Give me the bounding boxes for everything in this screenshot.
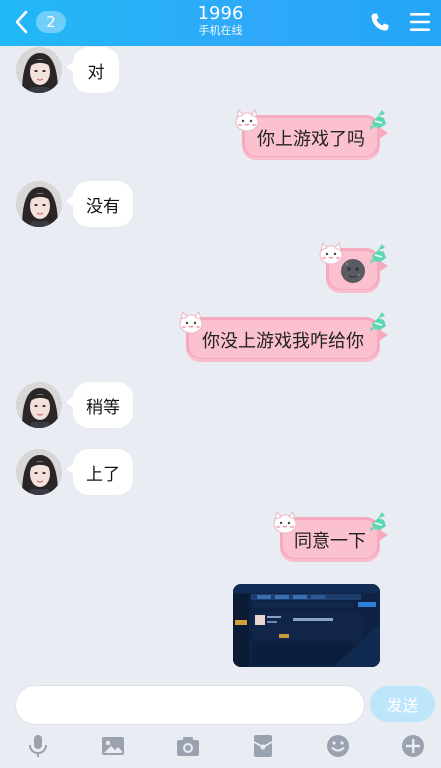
- message-bubble-incoming[interactable]: 上了: [66, 449, 133, 495]
- cat-sticker-icon: [273, 511, 297, 534]
- cat-sticker-icon: [235, 109, 259, 132]
- candy-sticker-icon: [369, 312, 387, 332]
- contact-avatar[interactable]: [16, 181, 62, 227]
- message-bubble-incoming[interactable]: 对: [66, 47, 119, 93]
- send-button[interactable]: 发送: [370, 686, 435, 722]
- chat-header: 2 1996 手机在线: [0, 0, 441, 46]
- camera-icon[interactable]: [175, 733, 201, 759]
- image-message-thumbnail[interactable]: [233, 584, 380, 667]
- message-text: 没有: [86, 196, 120, 217]
- message-text: 你没上游戏我咋给你: [202, 330, 364, 352]
- emoji-icon[interactable]: [325, 733, 351, 759]
- cat-sticker-icon: [319, 242, 343, 265]
- image-icon[interactable]: [100, 733, 126, 759]
- message-bubble-outgoing[interactable]: 你没上游戏我咋给你: [186, 317, 388, 362]
- microphone-icon[interactable]: [25, 733, 51, 759]
- contact-avatar[interactable]: [16, 382, 62, 428]
- candy-sticker-icon: [369, 110, 387, 130]
- message-input[interactable]: [15, 685, 365, 725]
- menu-icon[interactable]: [407, 9, 433, 35]
- contact-avatar[interactable]: [16, 47, 62, 93]
- message-text: 你上游戏了吗: [257, 128, 365, 150]
- candy-sticker-icon: [369, 244, 387, 264]
- phone-icon[interactable]: [368, 10, 392, 34]
- red-packet-icon[interactable]: [250, 733, 276, 759]
- message-text: 对: [87, 62, 105, 83]
- candy-sticker-icon: [369, 512, 387, 532]
- message-text: 稍等: [86, 397, 120, 418]
- message-bubble-outgoing[interactable]: 你上游戏了吗: [242, 115, 388, 160]
- message-bubble-incoming[interactable]: 没有: [66, 181, 133, 227]
- plus-icon[interactable]: [400, 733, 426, 759]
- game-screenshot-image: [233, 584, 380, 667]
- message-text: 同意一下: [294, 530, 366, 552]
- contact-avatar[interactable]: [16, 449, 62, 495]
- message-bubble-incoming[interactable]: 稍等: [66, 382, 133, 428]
- cat-sticker-icon: [179, 311, 203, 334]
- message-text: 上了: [86, 464, 120, 485]
